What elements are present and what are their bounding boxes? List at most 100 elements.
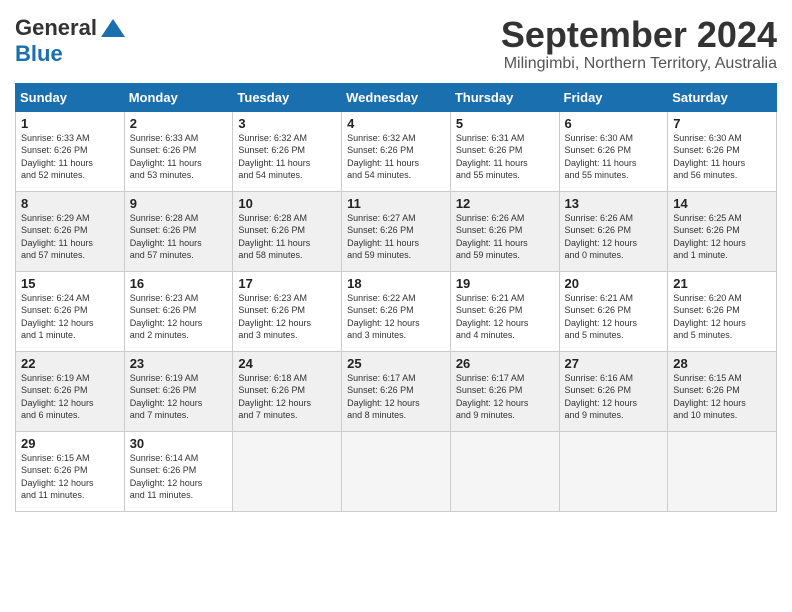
calendar-week-1: 1Sunrise: 6:33 AM Sunset: 6:26 PM Daylig…: [16, 111, 777, 191]
header-day-saturday: Saturday: [668, 83, 777, 111]
calendar-cell: 6Sunrise: 6:30 AM Sunset: 6:26 PM Daylig…: [559, 111, 668, 191]
day-number: 16: [130, 276, 228, 291]
calendar-cell: 23Sunrise: 6:19 AM Sunset: 6:26 PM Dayli…: [124, 351, 233, 431]
day-number: 21: [673, 276, 771, 291]
calendar-cell: 9Sunrise: 6:28 AM Sunset: 6:26 PM Daylig…: [124, 191, 233, 271]
calendar-cell: [668, 431, 777, 511]
logo: General Blue: [15, 15, 127, 67]
day-info: Sunrise: 6:32 AM Sunset: 6:26 PM Dayligh…: [347, 132, 445, 182]
day-number: 3: [238, 116, 336, 131]
day-info: Sunrise: 6:29 AM Sunset: 6:26 PM Dayligh…: [21, 212, 119, 262]
day-number: 19: [456, 276, 554, 291]
day-number: 13: [565, 196, 663, 211]
calendar-cell: 15Sunrise: 6:24 AM Sunset: 6:26 PM Dayli…: [16, 271, 125, 351]
day-info: Sunrise: 6:21 AM Sunset: 6:26 PM Dayligh…: [565, 292, 663, 342]
calendar-table: SundayMondayTuesdayWednesdayThursdayFrid…: [15, 83, 777, 512]
calendar-cell: 3Sunrise: 6:32 AM Sunset: 6:26 PM Daylig…: [233, 111, 342, 191]
calendar-cell: 30Sunrise: 6:14 AM Sunset: 6:26 PM Dayli…: [124, 431, 233, 511]
day-number: 11: [347, 196, 445, 211]
day-info: Sunrise: 6:25 AM Sunset: 6:26 PM Dayligh…: [673, 212, 771, 262]
day-number: 23: [130, 356, 228, 371]
day-number: 17: [238, 276, 336, 291]
day-info: Sunrise: 6:19 AM Sunset: 6:26 PM Dayligh…: [21, 372, 119, 422]
calendar-cell: [342, 431, 451, 511]
calendar-cell: 8Sunrise: 6:29 AM Sunset: 6:26 PM Daylig…: [16, 191, 125, 271]
calendar-header-row: SundayMondayTuesdayWednesdayThursdayFrid…: [16, 83, 777, 111]
calendar-cell: 14Sunrise: 6:25 AM Sunset: 6:26 PM Dayli…: [668, 191, 777, 271]
day-number: 27: [565, 356, 663, 371]
day-number: 15: [21, 276, 119, 291]
day-number: 9: [130, 196, 228, 211]
day-info: Sunrise: 6:14 AM Sunset: 6:26 PM Dayligh…: [130, 452, 228, 502]
day-number: 29: [21, 436, 119, 451]
header-day-thursday: Thursday: [450, 83, 559, 111]
day-number: 30: [130, 436, 228, 451]
calendar-cell: [450, 431, 559, 511]
logo-text-general: General: [15, 15, 97, 41]
calendar-week-2: 8Sunrise: 6:29 AM Sunset: 6:26 PM Daylig…: [16, 191, 777, 271]
page-header: General Blue September 2024 Milingimbi, …: [15, 15, 777, 73]
day-info: Sunrise: 6:23 AM Sunset: 6:26 PM Dayligh…: [238, 292, 336, 342]
calendar-cell: 22Sunrise: 6:19 AM Sunset: 6:26 PM Dayli…: [16, 351, 125, 431]
day-info: Sunrise: 6:30 AM Sunset: 6:26 PM Dayligh…: [565, 132, 663, 182]
day-number: 20: [565, 276, 663, 291]
day-info: Sunrise: 6:33 AM Sunset: 6:26 PM Dayligh…: [130, 132, 228, 182]
day-info: Sunrise: 6:15 AM Sunset: 6:26 PM Dayligh…: [673, 372, 771, 422]
day-number: 10: [238, 196, 336, 211]
day-number: 4: [347, 116, 445, 131]
day-info: Sunrise: 6:28 AM Sunset: 6:26 PM Dayligh…: [130, 212, 228, 262]
day-info: Sunrise: 6:33 AM Sunset: 6:26 PM Dayligh…: [21, 132, 119, 182]
calendar-cell: 12Sunrise: 6:26 AM Sunset: 6:26 PM Dayli…: [450, 191, 559, 271]
day-number: 22: [21, 356, 119, 371]
location-subtitle: Milingimbi, Northern Territory, Australi…: [501, 55, 777, 73]
day-info: Sunrise: 6:27 AM Sunset: 6:26 PM Dayligh…: [347, 212, 445, 262]
day-number: 2: [130, 116, 228, 131]
calendar-cell: 16Sunrise: 6:23 AM Sunset: 6:26 PM Dayli…: [124, 271, 233, 351]
day-info: Sunrise: 6:32 AM Sunset: 6:26 PM Dayligh…: [238, 132, 336, 182]
day-info: Sunrise: 6:22 AM Sunset: 6:26 PM Dayligh…: [347, 292, 445, 342]
calendar-cell: 13Sunrise: 6:26 AM Sunset: 6:26 PM Dayli…: [559, 191, 668, 271]
calendar-cell: 25Sunrise: 6:17 AM Sunset: 6:26 PM Dayli…: [342, 351, 451, 431]
day-info: Sunrise: 6:24 AM Sunset: 6:26 PM Dayligh…: [21, 292, 119, 342]
calendar-cell: 17Sunrise: 6:23 AM Sunset: 6:26 PM Dayli…: [233, 271, 342, 351]
header-day-sunday: Sunday: [16, 83, 125, 111]
day-number: 12: [456, 196, 554, 211]
calendar-cell: 1Sunrise: 6:33 AM Sunset: 6:26 PM Daylig…: [16, 111, 125, 191]
day-number: 5: [456, 116, 554, 131]
header-day-tuesday: Tuesday: [233, 83, 342, 111]
calendar-cell: 28Sunrise: 6:15 AM Sunset: 6:26 PM Dayli…: [668, 351, 777, 431]
day-number: 7: [673, 116, 771, 131]
calendar-cell: 2Sunrise: 6:33 AM Sunset: 6:26 PM Daylig…: [124, 111, 233, 191]
day-number: 25: [347, 356, 445, 371]
day-info: Sunrise: 6:23 AM Sunset: 6:26 PM Dayligh…: [130, 292, 228, 342]
day-number: 18: [347, 276, 445, 291]
day-info: Sunrise: 6:26 AM Sunset: 6:26 PM Dayligh…: [565, 212, 663, 262]
title-area: September 2024 Milingimbi, Northern Terr…: [501, 15, 777, 73]
day-info: Sunrise: 6:16 AM Sunset: 6:26 PM Dayligh…: [565, 372, 663, 422]
day-number: 6: [565, 116, 663, 131]
day-info: Sunrise: 6:17 AM Sunset: 6:26 PM Dayligh…: [456, 372, 554, 422]
logo-text-blue: Blue: [15, 41, 63, 66]
calendar-week-4: 22Sunrise: 6:19 AM Sunset: 6:26 PM Dayli…: [16, 351, 777, 431]
header-day-wednesday: Wednesday: [342, 83, 451, 111]
calendar-cell: 20Sunrise: 6:21 AM Sunset: 6:26 PM Dayli…: [559, 271, 668, 351]
calendar-cell: [233, 431, 342, 511]
calendar-cell: 19Sunrise: 6:21 AM Sunset: 6:26 PM Dayli…: [450, 271, 559, 351]
header-day-friday: Friday: [559, 83, 668, 111]
month-title: September 2024: [501, 15, 777, 55]
day-number: 8: [21, 196, 119, 211]
day-info: Sunrise: 6:26 AM Sunset: 6:26 PM Dayligh…: [456, 212, 554, 262]
header-day-monday: Monday: [124, 83, 233, 111]
calendar-cell: 5Sunrise: 6:31 AM Sunset: 6:26 PM Daylig…: [450, 111, 559, 191]
day-info: Sunrise: 6:31 AM Sunset: 6:26 PM Dayligh…: [456, 132, 554, 182]
day-number: 28: [673, 356, 771, 371]
day-info: Sunrise: 6:17 AM Sunset: 6:26 PM Dayligh…: [347, 372, 445, 422]
day-info: Sunrise: 6:20 AM Sunset: 6:26 PM Dayligh…: [673, 292, 771, 342]
calendar-cell: [559, 431, 668, 511]
calendar-cell: 11Sunrise: 6:27 AM Sunset: 6:26 PM Dayli…: [342, 191, 451, 271]
day-info: Sunrise: 6:28 AM Sunset: 6:26 PM Dayligh…: [238, 212, 336, 262]
day-info: Sunrise: 6:21 AM Sunset: 6:26 PM Dayligh…: [456, 292, 554, 342]
calendar-cell: 10Sunrise: 6:28 AM Sunset: 6:26 PM Dayli…: [233, 191, 342, 271]
calendar-cell: 7Sunrise: 6:30 AM Sunset: 6:26 PM Daylig…: [668, 111, 777, 191]
logo-icon: [99, 17, 127, 39]
